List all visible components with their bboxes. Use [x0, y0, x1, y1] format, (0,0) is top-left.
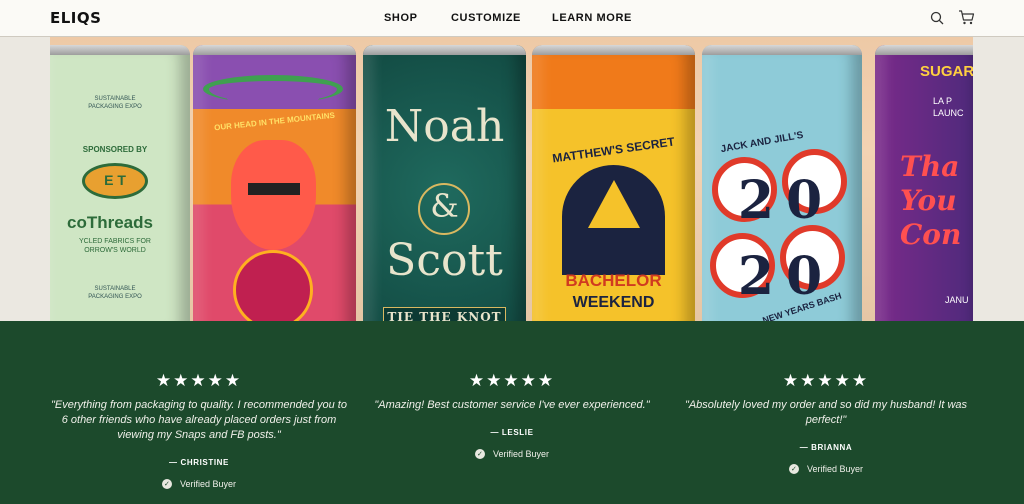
- check-icon: ✓: [474, 449, 485, 459]
- can-name-1: Noah: [384, 101, 505, 152]
- can-label-bottom: SUSTAINABLE PACKAGING EXPO: [88, 286, 142, 300]
- verified-label: Verified Buyer: [492, 449, 550, 459]
- can-art-pyramid: [588, 180, 640, 228]
- can-name-2: Scott: [386, 235, 503, 286]
- can-tagline: TIE THE KNOT: [383, 307, 506, 321]
- can-amp: &: [430, 187, 459, 225]
- review-card: ★★★★★ "Amazing! Best customer service I'…: [362, 321, 662, 459]
- hero-cans-photo: SUSTAINABLE PACKAGING EXPO SPONSORED BY …: [50, 37, 973, 321]
- can-arc-text: OUR HEAD IN THE MOUNTAINS: [213, 110, 336, 133]
- hero-banner: SUSTAINABLE PACKAGING EXPO SPONSORED BY …: [0, 37, 1024, 321]
- can-brand: coThreads: [67, 213, 153, 232]
- nav-learn-more[interactable]: LEARN MORE: [552, 12, 632, 24]
- can-art-disc: [233, 250, 313, 321]
- can-top-text: SUGAR: [920, 63, 973, 80]
- can-script-text: Tha You Con: [900, 150, 962, 251]
- review-author: — LESLIE: [490, 428, 534, 437]
- star-rating: ★★★★★: [155, 371, 243, 391]
- can-top-text: MATTHEW'S SECRET: [551, 134, 676, 166]
- reviews-section: ★★★★★ "Everything from packaging to qual…: [0, 321, 1024, 504]
- can-art-green-leaves: [203, 75, 343, 103]
- can-line-1: BACHELOR: [565, 271, 662, 290]
- can-bottom-text: JANU: [945, 295, 969, 305]
- can-noah-scott: Noah & Scott TIE THE KNOT: [363, 45, 526, 321]
- brand-logo[interactable]: ELIQS: [50, 9, 101, 27]
- review-card: ★★★★★ "Absolutely loved my order and so …: [676, 321, 976, 474]
- can-art-eyes: [248, 183, 300, 195]
- nav-shop[interactable]: SHOP: [384, 12, 418, 24]
- can-new-years: JACK AND JILL'S 2020 NEW YEARS BASH: [702, 45, 862, 321]
- cart-icon[interactable]: [958, 9, 975, 26]
- review-quote: "Absolutely loved my order and so did my…: [684, 399, 968, 426]
- can-line-2: WEEKEND: [572, 294, 655, 311]
- can-label-top: SUSTAINABLE PACKAGING EXPO: [88, 96, 142, 110]
- can-launch: SUGAR LA P LAUNC Tha You Con JANU: [875, 45, 973, 321]
- review-author: — CHRISTINE: [169, 458, 229, 467]
- search-icon[interactable]: [930, 11, 944, 25]
- can-mountains: OUR HEAD IN THE MOUNTAINS: [193, 45, 356, 321]
- review-quote: "Amazing! Best customer service I've eve…: [374, 399, 650, 411]
- star-rating: ★★★★★: [782, 371, 870, 391]
- check-icon: ✓: [161, 479, 172, 489]
- nav-customize[interactable]: CUSTOMIZE: [451, 12, 521, 24]
- verified-label: Verified Buyer: [179, 479, 237, 489]
- verified-badge: ✓ Verified Buyer: [676, 464, 976, 474]
- can-ecothreads: SUSTAINABLE PACKAGING EXPO SPONSORED BY …: [50, 45, 190, 321]
- can-badge-text: E T: [104, 172, 126, 188]
- review-card: ★★★★★ "Everything from packaging to qual…: [49, 321, 349, 489]
- verified-label: Verified Buyer: [806, 464, 864, 474]
- can-sub: YCLED FABRICS FOR ORROW'S WORLD: [79, 238, 151, 254]
- can-bachelor: MATTHEW'S SECRET BACHELOR WEEKEND: [532, 45, 695, 321]
- can-art-face: [231, 140, 316, 250]
- review-quote: "Everything from packaging to quality. I…: [51, 399, 347, 441]
- review-author: — BRIANNA: [799, 443, 853, 452]
- can-sub-text: LA P LAUNC: [933, 96, 964, 118]
- site-header: ELIQS SHOP CUSTOMIZE LEARN MORE: [0, 0, 1024, 37]
- check-icon: ✓: [788, 464, 799, 474]
- verified-badge: ✓ Verified Buyer: [362, 449, 662, 459]
- verified-badge: ✓ Verified Buyer: [49, 479, 349, 489]
- can-sponsor: SPONSORED BY: [82, 145, 148, 154]
- star-rating: ★★★★★: [468, 371, 556, 391]
